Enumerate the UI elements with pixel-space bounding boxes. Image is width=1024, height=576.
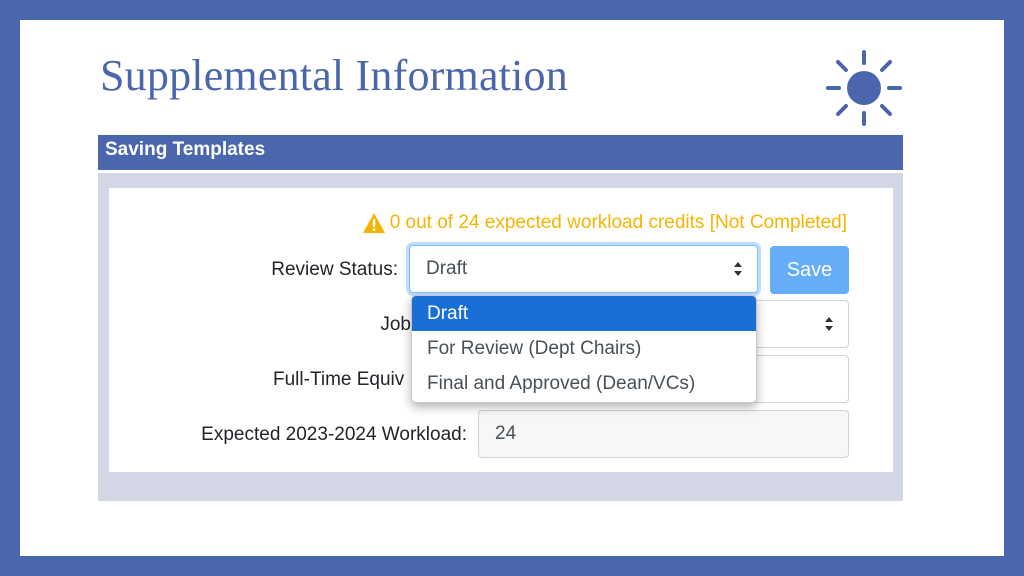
review-status-label: Review Status: <box>271 259 398 280</box>
save-button[interactable]: Save <box>770 246 849 294</box>
job-label: Job <box>380 314 411 335</box>
expected-workload-value: 24 <box>495 423 517 444</box>
workload-warning: 0 out of 24 expected workload credits [N… <box>362 212 847 234</box>
dropdown-option-draft[interactable]: Draft <box>412 296 756 331</box>
sun-icon <box>826 50 902 126</box>
section-header: Saving Templates <box>98 135 903 173</box>
form-screenshot: Saving Templates 0 out of 24 expected wo… <box>98 135 903 501</box>
warning-text: 0 out of 24 expected workload credits [N… <box>389 212 847 233</box>
select-caret-icon <box>734 262 742 276</box>
expected-workload-input[interactable]: 24 <box>478 410 849 458</box>
form-card: 0 out of 24 expected workload credits [N… <box>109 188 893 472</box>
slide: Supplemental Information Saving Template… <box>20 20 1004 556</box>
warning-triangle-icon <box>362 213 385 233</box>
expected-workload-label: Expected 2023-2024 Workload: <box>201 424 467 445</box>
dropdown-option-for-review[interactable]: For Review (Dept Chairs) <box>412 331 756 366</box>
review-status-dropdown: Draft For Review (Dept Chairs) Final and… <box>411 295 757 403</box>
review-status-value: Draft <box>426 258 468 279</box>
slide-title: Supplemental Information <box>100 51 568 100</box>
select-caret-icon <box>825 317 833 331</box>
dropdown-option-final-approved[interactable]: Final and Approved (Dean/VCs) <box>412 366 756 401</box>
fte-label: Full-Time Equiv <box>273 369 405 390</box>
review-status-select[interactable]: Draft <box>409 245 758 293</box>
